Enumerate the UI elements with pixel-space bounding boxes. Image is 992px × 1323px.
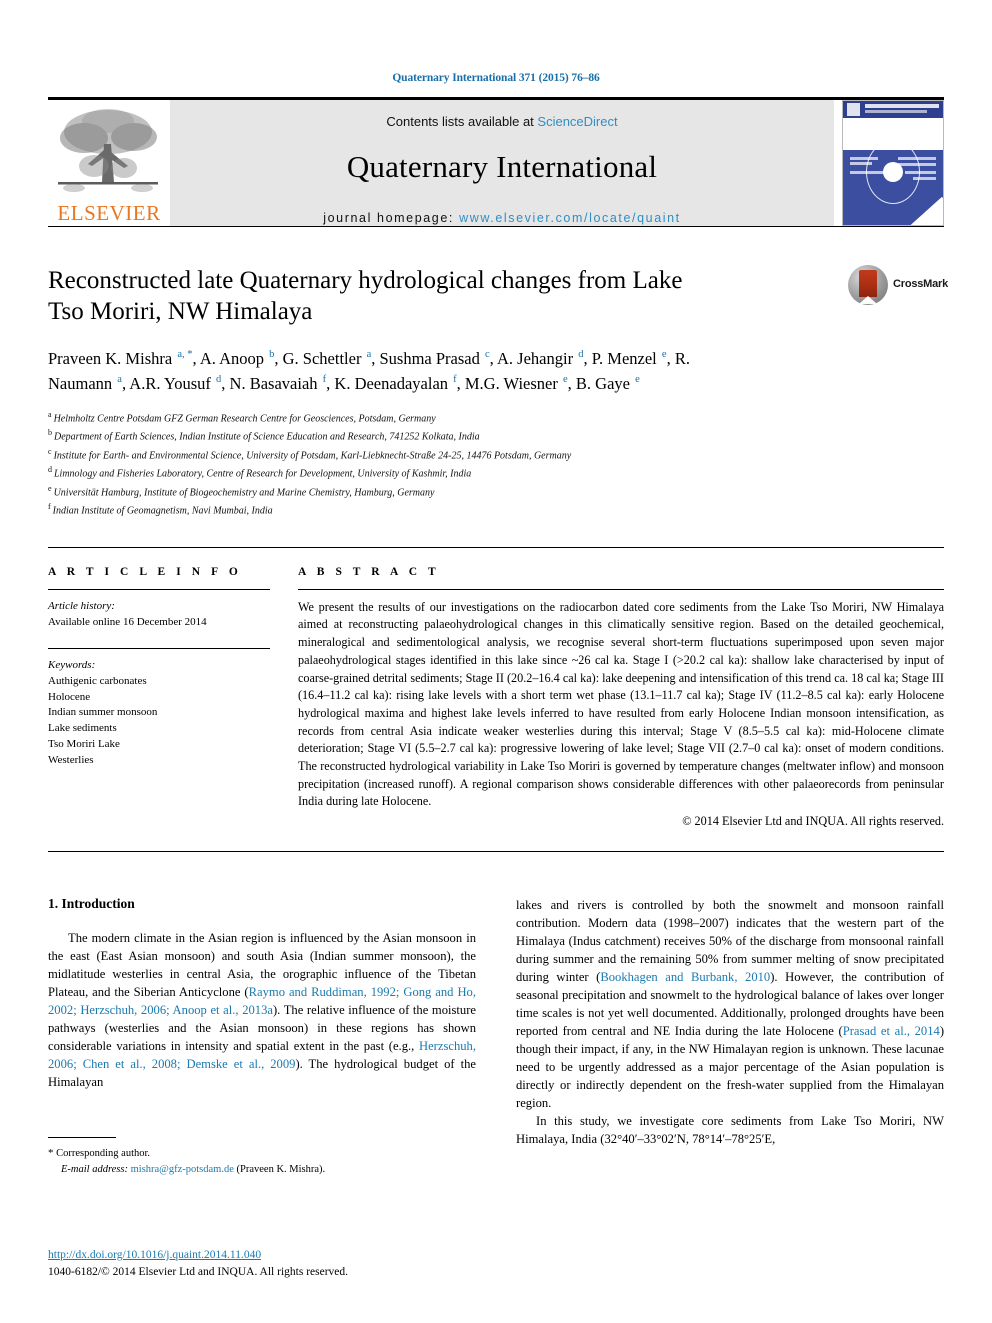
info-top-rule bbox=[48, 546, 944, 548]
abstract-heading: A B S T R A C T bbox=[298, 565, 440, 578]
doi-link[interactable]: http://dx.doi.org/10.1016/j.quaint.2014.… bbox=[48, 1247, 476, 1264]
contents-available-line: Contents lists available at ScienceDirec… bbox=[170, 100, 834, 129]
article-history-value: Available online 16 December 2014 bbox=[48, 615, 207, 628]
homepage-url[interactable]: www.elsevier.com/locate/quaint bbox=[459, 211, 681, 225]
abstract-column: A B S T R A C T We present the results o… bbox=[298, 566, 944, 829]
elsevier-wordmark: ELSEVIER bbox=[57, 201, 161, 225]
cover-seal-emblem bbox=[866, 139, 920, 204]
introduction-paragraph-left: The modern climate in the Asian region i… bbox=[48, 931, 476, 1089]
body-column-left: 1. Introduction The modern climate in th… bbox=[48, 896, 476, 1278]
crossmark-label: CrossMark bbox=[893, 278, 949, 290]
keyword-item: Indian summer monsoon bbox=[48, 706, 158, 719]
abstract-body: We present the results of our investigat… bbox=[298, 599, 944, 809]
corresponding-author-footnote: * Corresponding author. E-mail address: … bbox=[48, 1145, 476, 1178]
affiliation-text: Helmholtz Centre Potsdam GFZ German Rese… bbox=[53, 412, 436, 424]
masthead-bottom-rule bbox=[48, 226, 944, 227]
article-history-label: Article history: bbox=[48, 599, 115, 612]
affiliation-text: Limnology and Fisheries Laboratory, Cent… bbox=[54, 468, 472, 480]
keyword-item: Authigenic carbonates bbox=[48, 674, 147, 687]
journal-homepage-line: journal homepage: www.elsevier.com/locat… bbox=[170, 211, 834, 225]
footnote-rule bbox=[48, 1137, 116, 1138]
article-info-divider bbox=[48, 588, 270, 590]
crossmark-badge[interactable]: CrossMark bbox=[848, 265, 948, 307]
article-info-heading: A R T I C L E I N F O bbox=[48, 565, 242, 578]
body-column-right: lakes and rivers is controlled by both t… bbox=[516, 896, 944, 1178]
page-title: Reconstructed late Quaternary hydrologic… bbox=[48, 267, 683, 326]
keyword-item: Tso Moriri Lake bbox=[48, 738, 120, 751]
cover-logo-chip bbox=[847, 103, 860, 116]
affiliation-item: b Department of Earth Sciences, Indian In… bbox=[48, 427, 944, 446]
abstract-bottom-rule bbox=[48, 851, 944, 852]
email-label: E-mail address: bbox=[61, 1163, 128, 1175]
doi-block: http://dx.doi.org/10.1016/j.quaint.2014.… bbox=[48, 1247, 476, 1282]
author-list: Praveen K. Mishra a, *, A. Anoop b, G. S… bbox=[48, 348, 690, 393]
title-block: Reconstructed late Quaternary hydrologic… bbox=[48, 265, 948, 520]
affiliation-text: Universität Hamburg, Institute of Biogeo… bbox=[53, 487, 435, 499]
affiliation-text: Indian Institute of Geomagnetism, Navi M… bbox=[52, 505, 273, 517]
affiliation-text: Department of Earth Sciences, Indian Ins… bbox=[54, 431, 480, 443]
affiliation-item: e Universität Hamburg, Institute of Bioge… bbox=[48, 483, 944, 502]
article-page: Quaternary International 371 (2015) 76–8… bbox=[0, 0, 992, 1323]
abstract-copyright: © 2014 Elsevier Ltd and INQUA. All right… bbox=[682, 814, 944, 828]
affiliation-item: d Limnology and Fisheries Laboratory, Cen… bbox=[48, 464, 944, 483]
cover-title-bar bbox=[865, 104, 939, 108]
email-link[interactable]: mishra@gfz-potsdam.de bbox=[131, 1164, 234, 1175]
elsevier-tree-icon bbox=[58, 109, 158, 192]
masthead-center: Contents lists available at ScienceDirec… bbox=[170, 100, 834, 226]
affiliation-item: a Helmholtz Centre Potsdam GFZ German Res… bbox=[48, 409, 944, 428]
keyword-item: Lake sediments bbox=[48, 722, 117, 735]
keywords-divider bbox=[48, 647, 270, 649]
keywords-list: Authigenic carbonates Holocene Indian su… bbox=[48, 674, 270, 770]
issn-copyright-line: 1040-6182/© 2014 Elsevier Ltd and INQUA.… bbox=[48, 1266, 349, 1279]
introduction-paragraph-right-2: In this study, we investigate core sedim… bbox=[516, 1114, 944, 1146]
affiliation-text: Institute for Earth- and Environmental S… bbox=[53, 450, 572, 462]
email-owner: (Praveen K. Mishra). bbox=[236, 1163, 326, 1175]
affiliation-list: a Helmholtz Centre Potsdam GFZ German Res… bbox=[48, 409, 944, 520]
elsevier-logo: ELSEVIER bbox=[48, 100, 170, 226]
section-heading-introduction: 1. Introduction bbox=[48, 896, 135, 911]
article-info-column: A R T I C L E I N F O Article history: A… bbox=[48, 566, 298, 829]
homepage-label: journal homepage: bbox=[323, 211, 460, 225]
contents-prefix: Contents lists available at bbox=[386, 114, 538, 129]
body-columns: 1. Introduction The modern climate in th… bbox=[48, 896, 944, 1278]
crossmark-circle-icon bbox=[848, 265, 888, 305]
corresponding-label: Corresponding author. bbox=[56, 1148, 151, 1159]
journal-cover-thumbnail bbox=[842, 100, 944, 226]
crossmark-book-icon bbox=[859, 270, 877, 304]
journal-title: Quaternary International bbox=[346, 149, 658, 184]
info-abstract-row: A R T I C L E I N F O Article history: A… bbox=[48, 566, 944, 829]
journal-masthead: ELSEVIER Contents lists available at Sci… bbox=[48, 100, 944, 226]
email-line: E-mail address: mishra@gfz-potsdam.de (P… bbox=[48, 1162, 476, 1178]
keyword-item: Westerlies bbox=[48, 754, 94, 767]
running-head: Quaternary International 371 (2015) 76–8… bbox=[392, 72, 600, 84]
abstract-divider bbox=[298, 588, 944, 590]
cover-subtitle-bar bbox=[865, 110, 927, 113]
keywords-block: Keywords: Authigenic carbonates Holocene… bbox=[48, 647, 270, 770]
keywords-label: Keywords: bbox=[48, 658, 96, 671]
affiliation-item: c Institute for Earth- and Environmental … bbox=[48, 446, 944, 465]
introduction-paragraph-right-1: lakes and rivers is controlled by both t… bbox=[516, 898, 945, 1110]
affiliation-item: f Indian Institute of Geomagnetism, Navi … bbox=[48, 501, 944, 520]
corresponding-marker: * bbox=[48, 1147, 54, 1159]
keyword-item: Holocene bbox=[48, 690, 91, 703]
sciencedirect-link[interactable]: ScienceDirect bbox=[537, 114, 617, 129]
